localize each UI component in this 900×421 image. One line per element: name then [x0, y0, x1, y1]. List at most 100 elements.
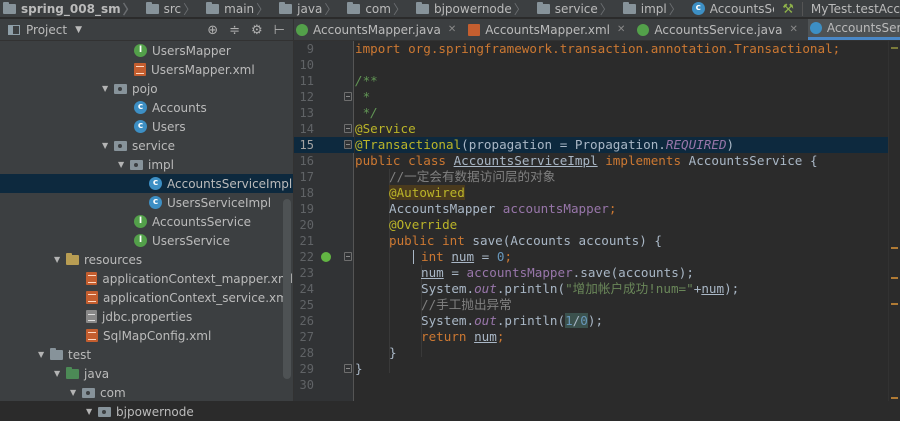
tree-item-resources[interactable]: ▼ resources: [0, 250, 293, 269]
code-line-14: @Service: [355, 121, 416, 136]
tab-accountsmapper-java[interactable]: AccountsMapper.java ✕: [294, 19, 466, 40]
locate-target-icon[interactable]: ⊕: [207, 23, 218, 38]
line-number: 27: [299, 330, 314, 344]
expand-arrow-icon[interactable]: ▼: [54, 369, 66, 378]
line-number: 11: [299, 74, 314, 88]
line-number: 17: [299, 170, 314, 184]
override-method-icon[interactable]: [321, 252, 331, 262]
line-number: 20: [299, 218, 314, 232]
project-panel-tools: ⊕ ≑ ⚙ ⊢: [207, 19, 285, 41]
warning-mark[interactable]: [891, 277, 898, 279]
breadcrumb-com[interactable]: com 〉: [344, 0, 413, 17]
folder-icon: [622, 1, 636, 14]
tab-accountsserviceimpl-java[interactable]: AccountsServiceImpl.java✕: [807, 19, 900, 40]
code-line-24: System.out.println("增加帐户成功!num="+num);: [421, 281, 740, 296]
code-line-18: @Autowired: [389, 185, 465, 200]
warning-mark[interactable]: [891, 47, 898, 49]
breadcrumb-java[interactable]: java 〉: [276, 0, 344, 17]
code-line-15-current: @Transactional(propagation = Propagation…: [355, 137, 890, 153]
breadcrumb-bjpowernode[interactable]: bjpowernode 〉: [413, 0, 534, 17]
line-number: 30: [299, 378, 314, 392]
breadcrumb-impl[interactable]: impl 〉: [620, 0, 689, 17]
breadcrumb-src[interactable]: src 〉: [143, 0, 204, 17]
xml-file-icon: [86, 329, 98, 342]
tab-accountsmapper-xml[interactable]: AccountsMapper.xml ✕: [466, 19, 635, 40]
folder-icon: [536, 1, 550, 14]
tree-item-test[interactable]: ▼ test: [0, 345, 293, 364]
tree-item-accountsserviceimpl[interactable]: c AccountsServiceImpl: [0, 174, 293, 193]
class-icon: c: [134, 101, 147, 114]
expand-arrow-icon[interactable]: ▼: [102, 141, 114, 150]
code-line-22: int num = 0;: [421, 249, 513, 264]
hide-panel-icon[interactable]: ⊢: [274, 23, 285, 38]
warning-mark[interactable]: [891, 247, 898, 249]
run-configuration-selector[interactable]: MyTest.testAcc: [801, 2, 900, 16]
class-icon: [809, 22, 822, 34]
tree-item-service[interactable]: ▼ service: [0, 136, 293, 155]
line-number: 25: [299, 298, 314, 312]
close-icon[interactable]: ✕: [448, 24, 456, 35]
package-icon: [114, 140, 127, 151]
line-number: 28: [299, 346, 314, 360]
fold-toggle-icon[interactable]: [344, 92, 352, 101]
breadcrumb-project[interactable]: spring_008_sm 〉: [0, 0, 143, 17]
tree-item-appcontext-mapper[interactable]: applicationContext_mapper.xml: [0, 269, 293, 288]
xml-file-icon: [134, 63, 146, 76]
fold-toggle-icon[interactable]: [344, 140, 352, 149]
code-line-12: *: [355, 89, 371, 104]
settings-gear-icon[interactable]: ⚙: [251, 23, 263, 38]
code-line-20: @Override: [389, 217, 458, 232]
expand-arrow-icon[interactable]: ▼: [102, 84, 114, 93]
tree-item-test-com[interactable]: ▼ com: [0, 383, 293, 402]
interface-icon: I: [134, 44, 147, 57]
expand-arrow-icon[interactable]: ▼: [118, 160, 130, 169]
breadcrumb-service[interactable]: service 〉: [534, 0, 620, 17]
tree-item-sqlmapconfig[interactable]: SqlMapConfig.xml: [0, 326, 293, 345]
interface-icon: [637, 23, 650, 36]
tree-item-impl[interactable]: ▼ impl: [0, 155, 293, 174]
tree-item-appcontext-service[interactable]: applicationContext_service.xml: [0, 288, 293, 307]
tree-item-usersmapper[interactable]: I UsersMapper: [0, 41, 293, 60]
tree-item-pojo[interactable]: ▼ pojo: [0, 79, 293, 98]
code-area[interactable]: import org.springframework.transaction.a…: [355, 41, 890, 401]
class-icon: c: [134, 120, 147, 133]
tree-item-usersmapper-xml[interactable]: UsersMapper.xml: [0, 60, 293, 79]
line-number: 24: [299, 282, 314, 296]
code-line-21: public int save(Accounts accounts) {: [389, 233, 662, 248]
chevron-down-icon[interactable]: ▼: [75, 25, 82, 35]
xml-file-icon: [86, 291, 98, 304]
code-line-19: AccountsMapper accountsMapper;: [389, 201, 617, 216]
fold-toggle-icon[interactable]: [344, 252, 352, 261]
line-number: 18: [299, 186, 314, 200]
project-panel-title[interactable]: Project: [26, 23, 67, 37]
tree-item-jdbc-properties[interactable]: jdbc.properties: [0, 307, 293, 326]
expand-arrow-icon[interactable]: ▼: [86, 407, 98, 416]
warning-mark[interactable]: [891, 303, 898, 305]
xml-file-icon: [86, 272, 98, 285]
line-number-gutter[interactable]: 9 10 11 12 13 14 15 16 17 18 19 20 21 22…: [294, 41, 354, 401]
close-icon[interactable]: ✕: [617, 24, 625, 35]
tree-item-test-bjpowernode[interactable]: ▼ bjpowernode: [0, 402, 293, 421]
project-tree-scrollbar[interactable]: [283, 199, 291, 379]
tree-item-accounts[interactable]: c Accounts: [0, 98, 293, 117]
fold-toggle-icon[interactable]: [344, 124, 352, 133]
tab-accountsservice-java[interactable]: AccountsService.java ✕: [635, 19, 807, 40]
tree-item-usersserviceimpl[interactable]: c UsersServiceImpl: [0, 193, 293, 212]
tree-item-usersservice[interactable]: I UsersService: [0, 231, 293, 250]
close-icon[interactable]: ✕: [789, 24, 797, 35]
fold-toggle-icon[interactable]: [344, 364, 352, 373]
expand-arrow-icon[interactable]: ▼: [54, 255, 66, 264]
warning-mark[interactable]: [891, 397, 898, 399]
code-line-26: System.out.println(1/0);: [421, 313, 604, 328]
line-number: 13: [299, 106, 314, 120]
tree-item-users[interactable]: c Users: [0, 117, 293, 136]
expand-arrow-icon[interactable]: ▼: [38, 350, 50, 359]
error-stripe[interactable]: [888, 41, 900, 401]
collapse-all-icon[interactable]: ≑: [229, 23, 240, 38]
tree-item-accountsservice[interactable]: I AccountsService: [0, 212, 293, 231]
expand-arrow-icon[interactable]: ▼: [70, 388, 82, 397]
build-hammer-icon[interactable]: ⚒: [782, 2, 794, 17]
breadcrumb-main[interactable]: main 〉: [203, 0, 276, 17]
class-icon: c: [149, 196, 162, 209]
tree-item-test-java[interactable]: ▼ java: [0, 364, 293, 383]
